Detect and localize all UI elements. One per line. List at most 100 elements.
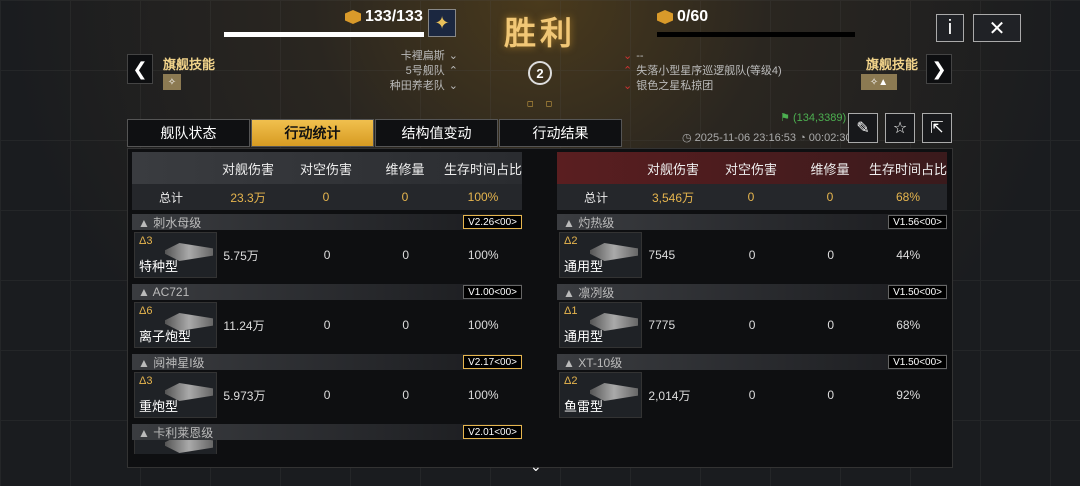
left-flagship-skill-label: 旗舰技能 [163,57,216,72]
ship-damage: 5.75万 [223,248,259,263]
tab-bar: 舰队状态 行动统计 结构值变动 行动结果 [127,119,623,147]
ship-type: 特种型 [139,259,179,274]
repair-amount: 0 [827,248,834,262]
favorite-button[interactable]: ☆ [885,113,915,143]
ship-class-header: ▲ XT-10级 V1.50<00> [557,354,947,370]
repair-amount: 0 [402,248,409,262]
ship-class-header: ▲ 凛冽级 V1.50<00> [557,284,947,300]
ship-type: 鱼雷型 [564,399,604,414]
page-dots: ◻◻ [527,99,565,108]
enemy-header: 对舰伤害 对空伤害 维修量 生存时间占比 [557,152,947,184]
ship-card[interactable]: Δ3 特种型 [134,232,218,278]
close-button[interactable]: ✕ [973,14,1021,42]
ship-class-header: ▲ 刺水母级 V2.26<00> [132,214,522,230]
enemy-total-row: 总计 3,546万 0 0 68% [557,184,947,210]
ship-card[interactable]: Δ2 [134,440,218,454]
left-progress-bar [224,32,424,37]
right-progress-bar [657,32,855,37]
ally-header: 对舰伤害 对空伤害 维修量 生存时间占比 [132,152,522,184]
repair-amount: 0 [827,318,834,332]
ship-damage: 5.973万 [223,388,266,403]
left-skill-icon[interactable]: ✧ [163,74,181,90]
ship-row[interactable]: Δ3 重炮型 5.973万 0 0 100% [132,370,522,420]
left-resource: 133/133 [345,8,423,26]
ship-row[interactable]: Δ2 [132,440,522,454]
ship-row[interactable]: Δ6 离子炮型 11.24万 0 0 100% [132,300,522,350]
flag-icon: ⚑ [780,112,790,124]
version-badge: V2.17<00> [463,355,522,369]
tab-structure-change[interactable]: 结构值变动 [375,119,498,147]
chevron-icon: ⌄ [623,80,633,92]
tab-fleet-status[interactable]: 舰队状态 [127,119,250,147]
ship-card[interactable]: Δ3 重炮型 [134,372,218,418]
survival-ratio: 44% [896,248,921,262]
survival-ratio: 92% [896,388,921,402]
tab-action-result[interactable]: 行动结果 [499,119,622,147]
chevron-icon: ⌄ [448,50,458,62]
share-button[interactable]: ⇱ [922,113,952,143]
ship-row[interactable]: Δ1 通用型 7775 0 0 68% [557,300,947,350]
survival-ratio: 100% [467,318,499,332]
scroll-down-icon[interactable]: ⌄ [530,458,542,475]
survival-ratio: 100% [467,248,499,262]
result-header: 133/133 ✦ 胜利 0/60 i ✕ [0,0,1080,100]
ship-level: Δ3 [139,375,153,387]
info-button[interactable]: i [936,14,964,42]
ship-card[interactable]: Δ2 通用型 [559,232,643,278]
ship-level: Δ1 [564,305,578,317]
chevron-icon: ⌄ [448,80,458,92]
version-badge: V1.56<00> [888,215,947,229]
ship-class-header: ▲ 阋神星I级 V2.17<00> [132,354,522,370]
round-indicator: 2 [528,61,552,85]
air-damage: 0 [748,248,756,262]
air-damage: 0 [748,388,756,402]
ship-level: Δ6 [139,305,153,317]
ship-class-header: ▲ 卡利莱恩级 V2.01<00> [132,424,522,440]
ship-row[interactable]: Δ2 鱼雷型 2,014万 0 0 92% [557,370,947,420]
star-icon: ☆ [892,120,908,137]
ship-class-name: 凛冽级 [578,285,615,300]
resource-icon [657,10,673,24]
version-badge: V1.50<00> [888,355,947,369]
ship-damage: 2,014万 [648,388,691,403]
chevron-icon: ⌃ [623,65,633,77]
right-flagship-skill-label: 旗舰技能 [866,57,919,72]
repair-amount: 0 [402,388,409,402]
ship-level: Δ3 [139,235,153,247]
ship-level: Δ2 [564,375,578,387]
repair-amount: 0 [402,318,409,332]
resource-icon [345,10,361,24]
ship-damage: 11.24万 [223,318,265,333]
air-damage: 0 [323,318,331,332]
ship-row[interactable]: Δ2 通用型 7545 0 0 44% [557,230,947,280]
ally-stats: 对舰伤害 对空伤害 维修量 生存时间占比 总计 23.3万 0 0 100% ▲… [132,152,522,454]
ship-row[interactable]: Δ3 特种型 5.75万 0 0 100% [132,230,522,280]
air-damage: 0 [748,318,756,332]
version-badge: V2.26<00> [463,215,522,229]
air-damage: 0 [323,388,331,402]
repair-amount: 0 [827,388,834,402]
ship-icon [165,440,213,453]
timer-icon: ◔ [799,132,806,144]
chevron-icon: ⌃ [448,65,458,77]
ship-card[interactable]: Δ1 通用型 [559,302,643,348]
ship-card[interactable]: Δ6 离子炮型 [134,302,218,348]
coordinate-readout: ⚑ (134,3389) [780,112,847,124]
enemy-list: ▲ 灼热级 V1.56<00> Δ2 通用型 7545 0 0 44% ▲ 凛冽级 V1.50<0… [557,214,947,420]
ship-damage: 7775 [648,318,676,332]
report-button[interactable]: ✎ [848,113,878,143]
chevron-icon: ⌄ [623,50,633,62]
enemy-stats: 对舰伤害 对空伤害 维修量 生存时间占比 总计 3,546万 0 0 68% ▲… [557,152,947,420]
tab-action-stats[interactable]: 行动统计 [251,119,374,147]
ship-type: 离子炮型 [139,329,192,344]
ship-class-header: ▲ 灼热级 V1.56<00> [557,214,947,230]
survival-ratio: 100% [467,388,499,402]
prev-button[interactable]: ❮ [127,54,153,84]
ship-level: Δ2 [564,235,578,247]
left-fleet-info: 卡裡扁斯 ⌄ 5号舰队 ⌃ 种田养老队 ⌄ [389,50,458,92]
ship-type: 通用型 [564,329,604,344]
ship-card[interactable]: Δ2 鱼雷型 [559,372,643,418]
right-skill-icon[interactable]: ✧▲ [861,74,897,90]
ship-class-name: 灼热级 [578,215,615,230]
next-button[interactable]: ❯ [926,54,952,84]
